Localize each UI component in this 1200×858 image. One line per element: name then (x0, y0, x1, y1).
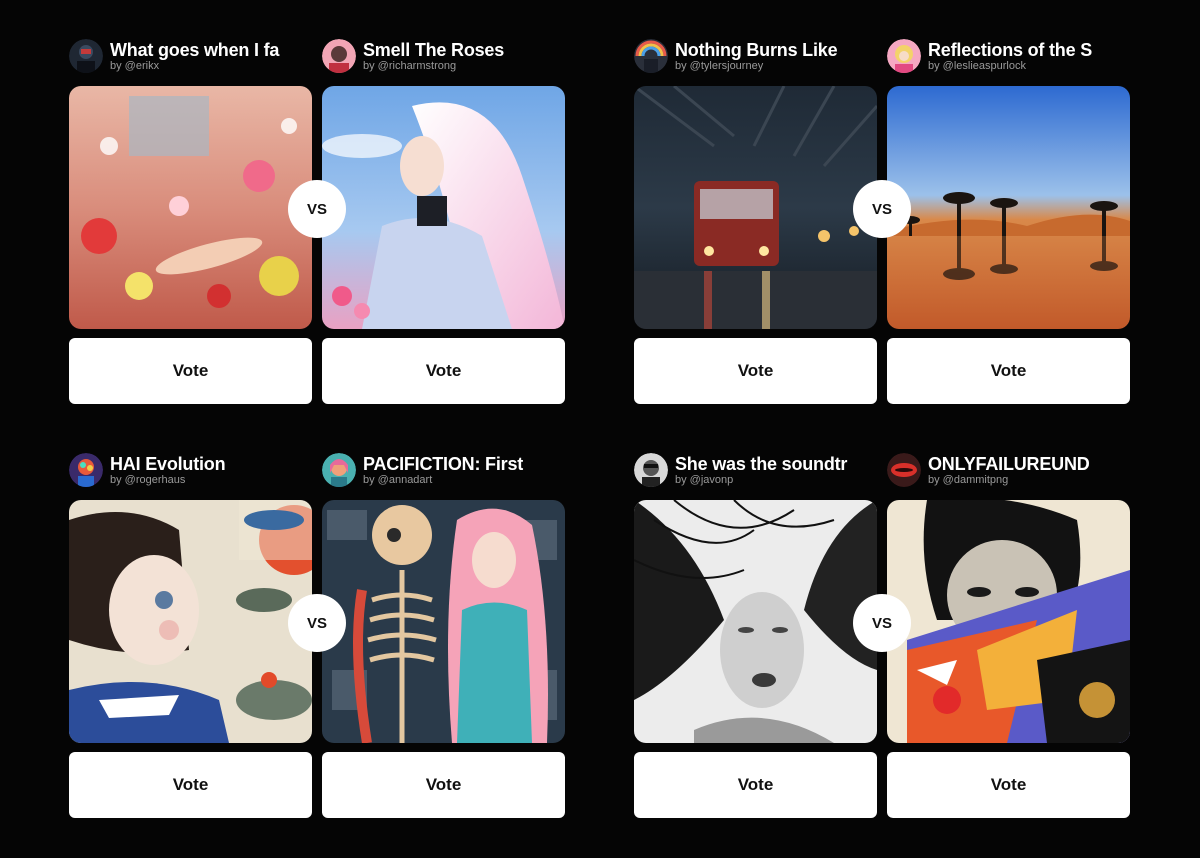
blonde-avatar-icon[interactable] (887, 39, 921, 73)
colorful-avatar-icon[interactable] (69, 453, 103, 487)
matchup-4: She was the soundtr by @javonp Vote VS O… (634, 452, 1130, 822)
rainy-streetcar-night-image[interactable] (634, 86, 877, 329)
vote-button[interactable]: Vote (634, 752, 877, 818)
entry-title[interactable]: Smell The Roses (363, 40, 563, 61)
flower-room-image[interactable] (69, 86, 312, 329)
vs-label: VS (871, 200, 892, 218)
entry-author[interactable]: by @annadart (363, 474, 563, 486)
desert-palms-reflection-image[interactable] (887, 86, 1130, 329)
vs-badge: VS (853, 180, 911, 238)
vote-button[interactable]: Vote (887, 338, 1130, 404)
vote-button[interactable]: Vote (69, 338, 312, 404)
entry-title[interactable]: PACIFICTION: First (363, 454, 563, 475)
entry-card: Smell The Roses by @richarmstrong Vote (322, 38, 565, 404)
vote-button[interactable]: Vote (69, 752, 312, 818)
entry-author[interactable]: by @tylersjourney (675, 60, 875, 72)
white-haired-woman-sky-image[interactable] (322, 86, 565, 329)
entry-card: Reflections of the S by @leslieaspurlock (887, 38, 1130, 404)
entry-card: Nothing Burns Like by @tylersjourney Vot… (634, 38, 877, 404)
matchup-3: HAI Evolution by @rogerhaus Vote VS PACI… (69, 452, 565, 822)
entry-title[interactable]: She was the soundtr (675, 454, 875, 475)
battle-grid: What goes when I fa by @erikx Vote VS Sm… (0, 0, 1200, 858)
entry-header: HAI Evolution by @rogerhaus (69, 452, 312, 488)
vote-button[interactable]: Vote (887, 752, 1130, 818)
entry-card: HAI Evolution by @rogerhaus Vote (69, 452, 312, 818)
entry-header: What goes when I fa by @erikx (69, 38, 312, 74)
entry-header: ONLYFAILUREUND by @dammitpng (887, 452, 1130, 488)
lips-avatar-icon[interactable] (887, 453, 921, 487)
vs-badge: VS (288, 594, 346, 652)
entry-card: PACIFICTION: First by @annadart Vote (322, 452, 565, 818)
entry-card: ONLYFAILUREUND by @dammitpng Vote (887, 452, 1130, 818)
entry-author[interactable]: by @dammitpng (928, 474, 1128, 486)
matchup-1: What goes when I fa by @erikx Vote VS Sm… (69, 38, 565, 408)
vote-button[interactable]: Vote (322, 338, 565, 404)
vs-badge: VS (853, 594, 911, 652)
vs-label: VS (871, 614, 892, 632)
entry-title[interactable]: Reflections of the S (928, 40, 1128, 61)
entry-author[interactable]: by @rogerhaus (110, 474, 310, 486)
entry-header: Nothing Burns Like by @tylersjourney (634, 38, 877, 74)
entry-title[interactable]: Nothing Burns Like (675, 40, 875, 61)
black-and-white-woman-hair-image[interactable] (634, 500, 877, 743)
matchup-2: Nothing Burns Like by @tylersjourney Vot… (634, 38, 1130, 408)
entry-header: Smell The Roses by @richarmstrong (322, 38, 565, 74)
vs-badge: VS (288, 180, 346, 238)
girl-with-lizards-image[interactable] (69, 500, 312, 743)
entry-header: PACIFICTION: First by @annadart (322, 452, 565, 488)
entry-card: What goes when I fa by @erikx Vote (69, 38, 312, 404)
entry-author[interactable]: by @leslieaspurlock (928, 60, 1128, 72)
entry-title[interactable]: What goes when I fa (110, 40, 310, 61)
vote-button[interactable]: Vote (634, 338, 877, 404)
entry-header: She was the soundtr by @javonp (634, 452, 877, 488)
rainbow-avatar-icon[interactable] (634, 39, 668, 73)
entry-header: Reflections of the S by @leslieaspurlock (887, 38, 1130, 74)
entry-author[interactable]: by @richarmstrong (363, 60, 563, 72)
dark-avatar-icon[interactable] (69, 39, 103, 73)
vote-button[interactable]: Vote (322, 752, 565, 818)
vs-label: VS (306, 200, 327, 218)
skeleton-and-pink-haired-woman-image[interactable] (322, 500, 565, 743)
grayscale-avatar-icon[interactable] (634, 453, 668, 487)
entry-title[interactable]: ONLYFAILUREUND (928, 454, 1128, 475)
entry-author[interactable]: by @javonp (675, 474, 875, 486)
entry-card: She was the soundtr by @javonp Vote (634, 452, 877, 818)
entry-author[interactable]: by @erikx (110, 60, 310, 72)
collage-face-mask-image[interactable] (887, 500, 1130, 743)
pink-avatar-icon[interactable] (322, 39, 356, 73)
teal-avatar-icon[interactable] (322, 453, 356, 487)
vs-label: VS (306, 614, 327, 632)
entry-title[interactable]: HAI Evolution (110, 454, 310, 475)
